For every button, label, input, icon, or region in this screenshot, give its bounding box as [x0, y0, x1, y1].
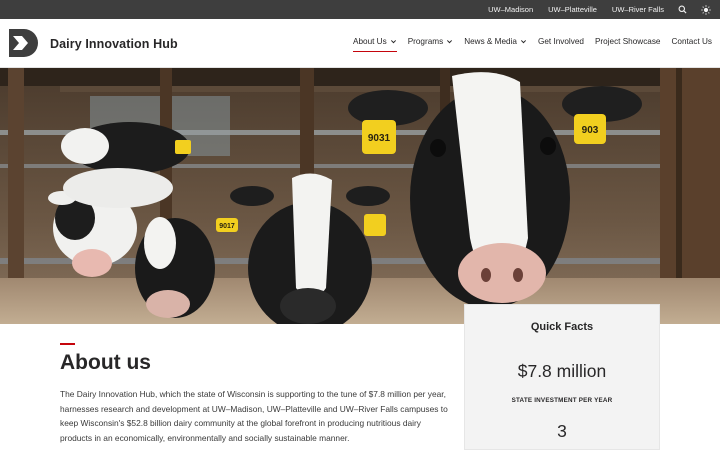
link-uw-madison[interactable]: UW–Madison: [488, 5, 533, 14]
hero-image: 9031 903 9017: [0, 68, 720, 324]
ear-tag-text: 903: [582, 125, 599, 136]
nav-label: Project Showcase: [594, 37, 661, 46]
dairy-hub-logo-icon[interactable]: [7, 27, 41, 59]
nav-contact-us[interactable]: Contact Us: [672, 37, 713, 49]
nav-get-involved[interactable]: Get Involved: [538, 37, 584, 49]
search-icon[interactable]: [676, 4, 688, 16]
ear-tag-text: 9017: [219, 223, 235, 230]
nav-about-us[interactable]: About Us: [353, 37, 397, 52]
nav-label: Get Involved: [537, 37, 584, 46]
quick-facts-title: Quick Facts: [530, 321, 594, 333]
utility-bar: UW–Madison UW–Platteville UW–River Falls: [0, 0, 720, 19]
nav-label: Contact Us: [671, 37, 713, 46]
site-header: Dairy Innovation Hub About Us Programs N…: [0, 19, 720, 68]
fact-value-campuses: 3: [557, 421, 567, 441]
sun-icon[interactable]: [700, 4, 712, 16]
fact-caption-investment: STATE INVESTMENT PER YEAR: [511, 397, 613, 404]
nav-label: News & Media: [464, 37, 517, 46]
chevron-down-icon: [447, 40, 453, 44]
chevron-down-icon: [390, 40, 396, 44]
nav-label: Programs: [407, 37, 444, 46]
nav-programs[interactable]: Programs: [408, 37, 454, 49]
heading-accent-bar: [60, 343, 75, 345]
main-nav: About Us Programs News & Media Get Invol…: [342, 37, 713, 52]
ear-tag-text: 9031: [368, 133, 391, 144]
link-uw-river-falls[interactable]: UW–River Falls: [612, 5, 664, 14]
nav-project-showcase[interactable]: Project Showcase: [595, 37, 661, 49]
quick-facts-card: Quick Facts $7.8 million STATE INVESTMEN…: [464, 304, 660, 450]
link-uw-platteville[interactable]: UW–Platteville: [548, 5, 597, 14]
site-title[interactable]: Dairy Innovation Hub: [50, 37, 178, 51]
about-heading: About us: [60, 351, 151, 374]
chevron-down-icon: [520, 40, 527, 44]
nav-label: About Us: [353, 37, 387, 46]
about-body-text: The Dairy Innovation Hub, which the stat…: [60, 389, 448, 443]
nav-news-media[interactable]: News & Media: [464, 37, 527, 49]
fact-value-investment: $7.8 million: [517, 361, 607, 381]
